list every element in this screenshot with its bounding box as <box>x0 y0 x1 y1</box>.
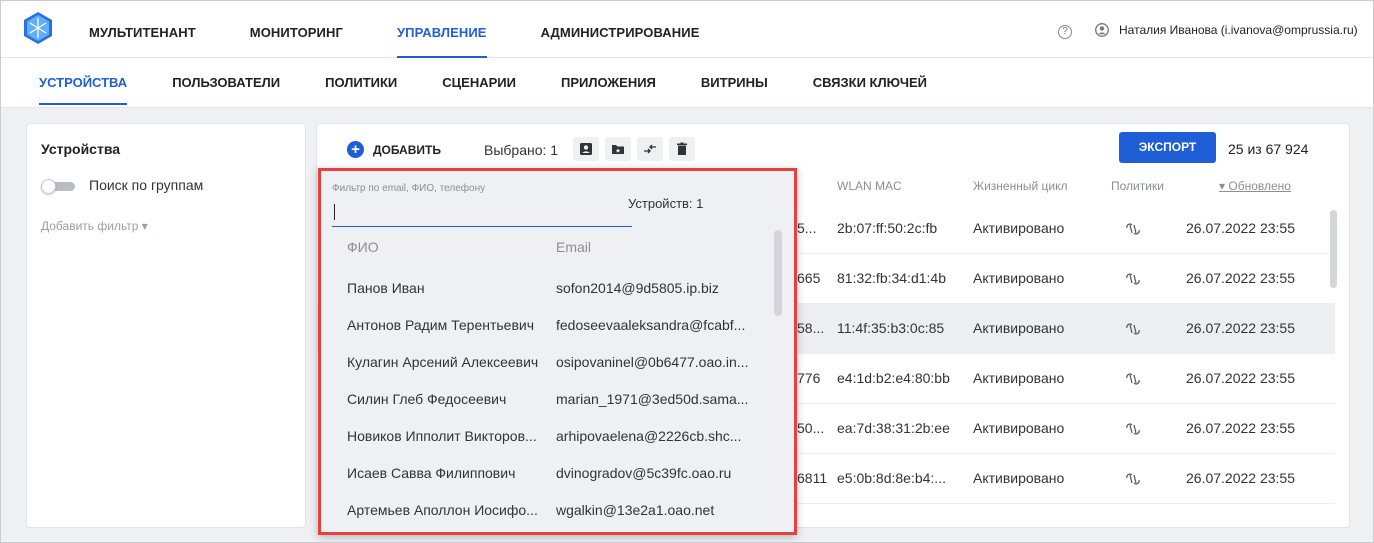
user-name: Исаев Савва Филиппович <box>347 465 516 481</box>
tab-devices[interactable]: УСТРОЙСТВА <box>39 58 128 105</box>
user-name: Антонов Радим Терентьевич <box>347 317 535 333</box>
tab-keychains[interactable]: СВЯЗКИ КЛЮЧЕЙ <box>813 58 927 105</box>
tab-users[interactable]: ПОЛЬЗОВАТЕЛИ <box>172 58 280 105</box>
unlinked-policy-icon <box>1126 423 1140 435</box>
assign-user-button[interactable] <box>573 137 599 161</box>
row-updated: 26.07.2022 23:55 <box>1186 320 1295 336</box>
tab-showcases[interactable]: ВИТРИНЫ <box>701 58 768 105</box>
row-lifecycle: Активировано <box>973 220 1065 236</box>
unlinked-policy-icon <box>1126 223 1140 235</box>
unlinked-policy-icon <box>1126 273 1140 285</box>
row-wlan-mac: 11:4f:35:b3:0c:85 <box>837 320 945 336</box>
row-wlan-mac: e5:0b:8d:8e:b4:... <box>837 470 946 486</box>
export-button[interactable]: ЭКСПОРТ <box>1119 132 1216 163</box>
user-email: fedoseevaaleksandra@fcabf... <box>556 317 746 333</box>
row-lifecycle: Активировано <box>973 420 1065 436</box>
move-to-group-button[interactable] <box>605 137 631 161</box>
assign-user-popup: Фильтр по email, ФИО, телефону Устройств… <box>318 168 797 535</box>
app-logo-icon[interactable] <box>23 11 53 45</box>
app-window: МУЛЬТИТЕНАНТ МОНИТОРИНГ УПРАВЛЕНИЕ АДМИН… <box>0 0 1374 543</box>
add-button-label: ДОБАВИТЬ <box>373 142 441 157</box>
user-email: sofon2014@9d5805.ip.biz <box>556 280 719 296</box>
row-updated: 26.07.2022 23:55 <box>1186 270 1295 286</box>
header-name: ФИО <box>347 239 379 255</box>
tab-applications[interactable]: ПРИЛОЖЕНИЯ <box>561 58 656 105</box>
selected-count: Выбрано: 1 <box>484 142 559 158</box>
user-name: Панов Иван <box>347 280 425 296</box>
user-name: Кулагин Арсений Алексеевич <box>347 354 539 370</box>
row-lifecycle: Активировано <box>973 270 1065 286</box>
row-updated: 26.07.2022 23:55 <box>1186 370 1295 386</box>
row-wlan-mac: 81:32:fb:34:d1:4b <box>837 270 946 286</box>
device-count: Устройств: 1 <box>628 196 704 211</box>
filter-panel: Устройства Поиск по группам Добавить фил… <box>26 123 306 528</box>
nav-management[interactable]: УПРАВЛЕНИЕ <box>396 1 487 58</box>
row-id-fragment: 50... <box>797 420 825 436</box>
row-wlan-mac: 2b:07:ff:50:2c:fb <box>837 220 938 236</box>
main-nav: МУЛЬТИТЕНАНТ МОНИТОРИНГ УПРАВЛЕНИЕ АДМИН… <box>89 1 753 58</box>
row-wlan-mac: ea:7d:38:31:2b:ee <box>837 420 950 436</box>
add-filter-button[interactable]: Добавить фильтр ▾ <box>41 219 148 233</box>
unlinked-policy-icon <box>1126 323 1140 335</box>
row-updated: 26.07.2022 23:55 <box>1186 420 1295 436</box>
row-id-fragment: 5... <box>797 220 817 236</box>
user-filter-input[interactable] <box>332 201 632 227</box>
user-name: Силин Глеб Федосеевич <box>347 391 507 407</box>
tab-policies[interactable]: ПОЛИТИКИ <box>325 58 397 105</box>
user-email: marian_1971@3ed50d.sama... <box>556 391 749 407</box>
row-id-fragment: 58... <box>797 320 825 336</box>
filter-label: Фильтр по email, ФИО, телефону <box>332 183 486 194</box>
group-search-toggle[interactable] <box>41 179 75 194</box>
sub-nav: УСТРОЙСТВА ПОЛЬЗОВАТЕЛИ ПОЛИТИКИ СЦЕНАРИ… <box>1 58 1373 108</box>
nav-administration[interactable]: АДМИНИСТРИРОВАНИЕ <box>541 1 700 58</box>
user-name: Наталия Иванова (i.ivanova@omprussia.ru) <box>1119 23 1358 37</box>
delete-button[interactable] <box>669 137 695 161</box>
result-count: 25 из 67 924 <box>1228 141 1309 157</box>
row-updated: 26.07.2022 23:55 <box>1186 220 1295 236</box>
popup-scrollbar[interactable] <box>774 230 782 316</box>
table-scrollbar[interactable] <box>1330 210 1337 288</box>
user-card-icon <box>580 143 592 155</box>
transfer-icon <box>644 144 656 154</box>
transfer-button[interactable] <box>637 137 663 161</box>
group-search-label: Поиск по группам <box>89 177 204 193</box>
row-wlan-mac: e4:1d:b2:e4:80:bb <box>837 370 950 386</box>
row-id-fragment: 776 <box>797 370 821 386</box>
user-email: dvinogradov@5c39fc.oao.ru <box>556 465 732 481</box>
user-email: wgalkin@13e2a1.oao.net <box>556 502 715 518</box>
column-policies[interactable]: Политики <box>1111 179 1164 193</box>
filter-panel-title: Устройства <box>41 141 121 157</box>
user-name: Артемьев Аполлон Иосифо... <box>347 502 538 518</box>
help-icon[interactable]: ? <box>1058 25 1072 39</box>
user-menu[interactable]: Наталия Иванова (i.ivanova@omprussia.ru) <box>1095 23 1358 37</box>
row-id-fragment: 665 <box>797 270 821 286</box>
folder-icon <box>612 145 624 154</box>
column-wlan-mac[interactable]: WLAN MAC <box>837 179 902 193</box>
add-button[interactable]: + ДОБАВИТЬ <box>347 141 441 158</box>
unlinked-policy-icon <box>1126 373 1140 385</box>
row-lifecycle: Активировано <box>973 370 1065 386</box>
nav-multitenant[interactable]: МУЛЬТИТЕНАНТ <box>89 1 196 58</box>
column-updated-sort[interactable]: ▾ Обновлено <box>1219 179 1291 193</box>
column-lifecycle[interactable]: Жизненный цикл <box>973 179 1067 193</box>
user-icon <box>1095 23 1109 37</box>
trash-icon <box>677 142 687 155</box>
nav-monitoring[interactable]: МОНИТОРИНГ <box>250 1 343 58</box>
row-updated: 26.07.2022 23:55 <box>1186 470 1295 486</box>
row-lifecycle: Активировано <box>973 470 1065 486</box>
row-lifecycle: Активировано <box>973 320 1065 336</box>
top-bar: МУЛЬТИТЕНАНТ МОНИТОРИНГ УПРАВЛЕНИЕ АДМИН… <box>1 1 1373 58</box>
plus-icon: + <box>347 141 364 158</box>
row-id-fragment: 6811 <box>797 470 828 486</box>
tab-scenarios[interactable]: СЦЕНАРИИ <box>442 58 516 105</box>
user-name: Новиков Ипполит Викторов... <box>347 428 537 444</box>
user-email: osipovaninel@0b6477.oao.in... <box>556 354 749 370</box>
user-email: arhipovaelena@2226cb.shc... <box>556 428 742 444</box>
unlinked-policy-icon <box>1126 473 1140 485</box>
header-email: Email <box>556 239 592 255</box>
